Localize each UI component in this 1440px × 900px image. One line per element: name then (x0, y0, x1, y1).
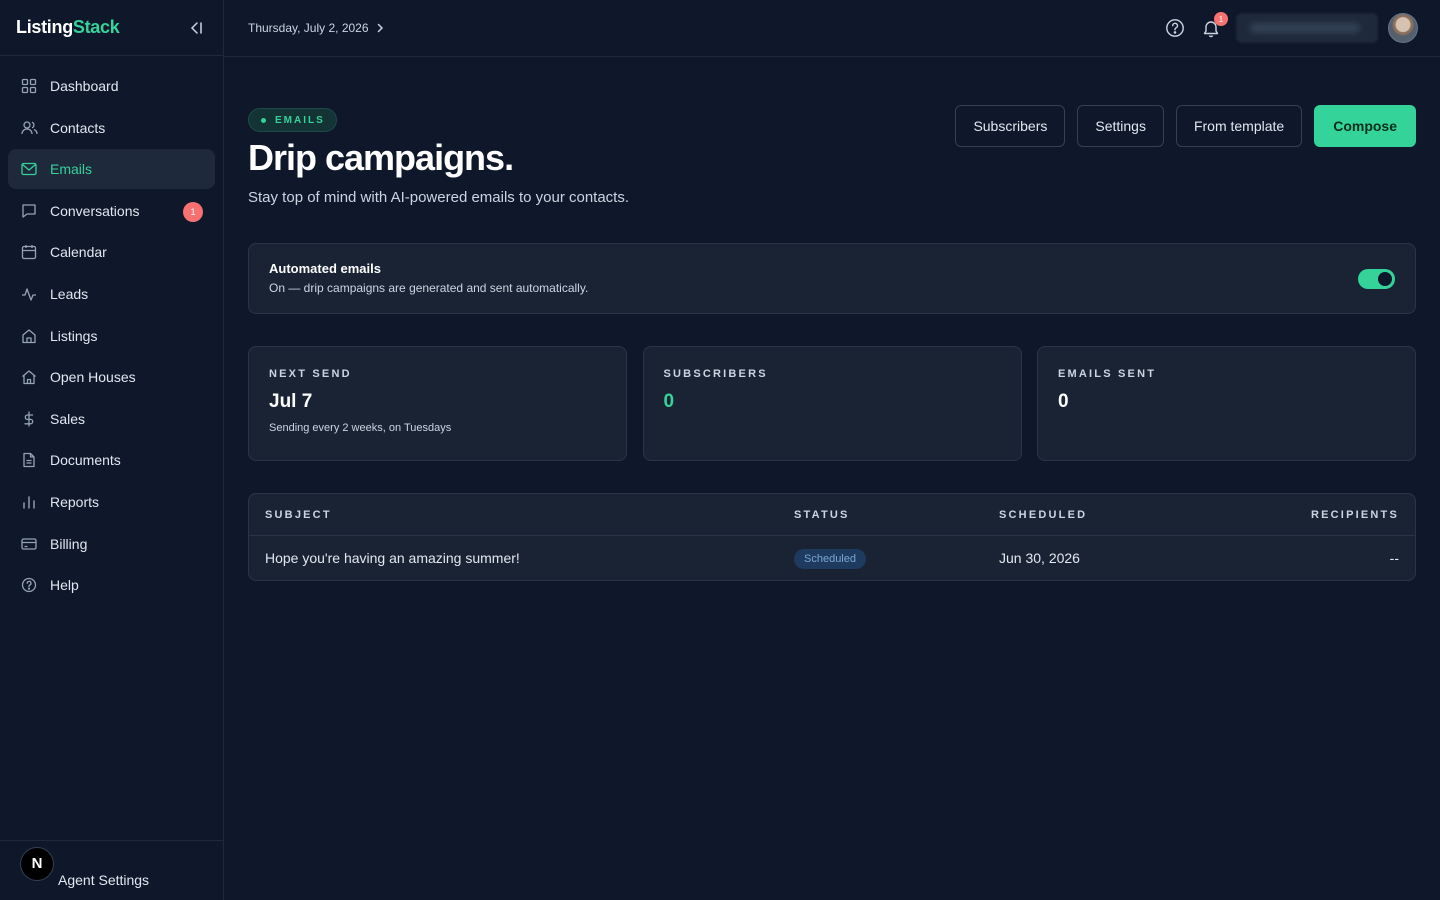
credit-card-icon (20, 535, 38, 553)
settings-button[interactable]: Settings (1077, 105, 1164, 147)
stat-value: 0 (1058, 391, 1069, 412)
automated-emails-title: Automated emails (269, 261, 381, 276)
sidebar-item-contacts[interactable]: Contacts (8, 108, 215, 148)
sidebar-item-calendar[interactable]: Calendar (8, 232, 215, 272)
bell-icon[interactable]: 1 (1200, 12, 1228, 39)
section-pill: EMAILS (248, 108, 337, 132)
status-badge: Scheduled (794, 549, 866, 569)
automated-emails-description: On — drip campaigns are generated and se… (269, 281, 589, 295)
house-open-icon (20, 368, 38, 386)
column-subject[interactable]: SUBJECT (265, 509, 332, 521)
mail-icon (20, 160, 38, 178)
pill-dot (261, 117, 266, 123)
sidebar-item-listings[interactable]: Listings (8, 316, 215, 356)
topbar-actions: 1 (1164, 12, 1418, 44)
bar-chart-icon (20, 493, 38, 511)
sidebar-item-label: Dashboard (50, 78, 119, 94)
subscribers-card: SUBSCRIBERS 0 (642, 346, 1022, 461)
grid-icon (20, 77, 38, 95)
sidebar-item-label: Help (50, 577, 79, 594)
table-row[interactable]: Hope you're having an amazing summer! Sc… (249, 536, 1415, 580)
stat-label: NEXT SEND (269, 368, 352, 380)
message-icon (20, 202, 38, 220)
stats-row: NEXT SEND Jul 7 Sending every 2 weeks, o… (248, 346, 1416, 461)
sidebar-item-billing[interactable]: Billing (8, 524, 215, 564)
sidebar-nav: Dashboard Contacts Emails Conversations … (0, 56, 223, 605)
users-icon (20, 119, 38, 137)
sidebar-item-reports[interactable]: Reports (8, 482, 215, 522)
campaigns-table: SUBJECT STATUS SCHEDULED RECIPIENTS Hope… (248, 493, 1416, 581)
sidebar-item-help[interactable]: Help (8, 565, 215, 605)
row-scheduled: Jun 30, 2026 (999, 550, 1080, 566)
notification-badge: 1 (1214, 12, 1228, 26)
collapse-sidebar-icon[interactable] (187, 19, 205, 37)
compose-button[interactable]: Compose (1314, 105, 1416, 147)
sidebar-item-emails[interactable]: Emails (8, 149, 215, 190)
stat-label: SUBSCRIBERS (663, 368, 768, 380)
brand-logo[interactable]: ListingStack (16, 17, 120, 38)
subscribers-button[interactable]: Subscribers (955, 105, 1066, 147)
sidebar-item-label: Conversations (50, 202, 140, 219)
agent-settings-label: Agent Settings (58, 871, 150, 888)
sidebar-item-label: Listings (50, 327, 98, 344)
sidebar-item-documents[interactable]: Documents (8, 440, 215, 480)
stat-note: Sending every 2 weeks, on Tuesdays (269, 422, 452, 434)
table-header: SUBJECT STATUS SCHEDULED RECIPIENTS (249, 494, 1415, 536)
page-title: Drip campaigns. (248, 137, 514, 178)
from-template-button[interactable]: From template (1175, 105, 1303, 147)
sidebar-item-open-houses[interactable]: Open Houses (8, 357, 215, 397)
sidebar-item-label: Contacts (50, 119, 106, 136)
stat-label: EMAILS SENT (1058, 368, 1157, 380)
row-recipients: -- (1389, 550, 1399, 566)
blurred-account-name[interactable] (1236, 13, 1378, 43)
agent-settings-link[interactable]: N Agent Settings (0, 840, 223, 900)
column-status[interactable]: STATUS (794, 509, 850, 521)
page-subtitle: Stay top of mind with AI-powered emails … (248, 189, 630, 206)
next-send-card: NEXT SEND Jul 7 Sending every 2 weeks, o… (248, 346, 627, 461)
activity-icon (20, 285, 38, 303)
sidebar-item-conversations[interactable]: Conversations 1 (8, 191, 215, 231)
dollar-icon (20, 410, 38, 428)
brand-row: ListingStack (0, 0, 223, 56)
toggle-knob (1378, 272, 1392, 286)
emails-sent-card: EMAILS SENT 0 (1037, 346, 1416, 461)
help-circle-icon (20, 576, 38, 594)
sidebar-item-label: Emails (50, 161, 93, 178)
stat-value: 0 (663, 391, 675, 412)
sidebar: ListingStack Dashboard Contacts Emails C… (0, 0, 224, 900)
chevron-right-icon (377, 23, 383, 33)
sidebar-item-label: Billing (50, 535, 88, 552)
automated-emails-card: Automated emails On — drip campaigns are… (248, 243, 1416, 314)
row-subject: Hope you're having an amazing summer! (265, 550, 520, 566)
sidebar-item-label: Reports (50, 493, 100, 510)
header-actions: Subscribers Settings From template Compo… (943, 105, 1416, 147)
column-recipients[interactable]: RECIPIENTS (1311, 509, 1399, 521)
unread-badge: 1 (183, 201, 203, 222)
stat-value: Jul 7 (269, 391, 313, 412)
sidebar-item-label: Calendar (50, 244, 107, 261)
column-scheduled[interactable]: SCHEDULED (999, 509, 1087, 521)
sidebar-item-sales[interactable]: Sales (8, 399, 215, 439)
calendar-icon (20, 243, 38, 261)
automated-emails-toggle[interactable] (1358, 269, 1395, 289)
home-icon (20, 327, 38, 345)
user-avatar[interactable] (1388, 13, 1418, 43)
sidebar-item-dashboard[interactable]: Dashboard (8, 66, 215, 106)
sidebar-item-label: Sales (50, 410, 86, 427)
sidebar-item-label: Leads (50, 285, 89, 302)
topbar: Thursday, July 2, 2026 1 (224, 0, 1440, 57)
sidebar-item-label: Documents (50, 452, 121, 469)
current-date: Thursday, July 2, 2026 (248, 21, 369, 35)
agent-avatar: N (20, 846, 54, 881)
help-icon[interactable] (1164, 17, 1186, 39)
date-breadcrumb[interactable]: Thursday, July 2, 2026 (248, 21, 385, 35)
sidebar-item-label: Open Houses (50, 369, 136, 386)
document-icon (20, 451, 38, 469)
sidebar-item-leads[interactable]: Leads (8, 274, 215, 314)
